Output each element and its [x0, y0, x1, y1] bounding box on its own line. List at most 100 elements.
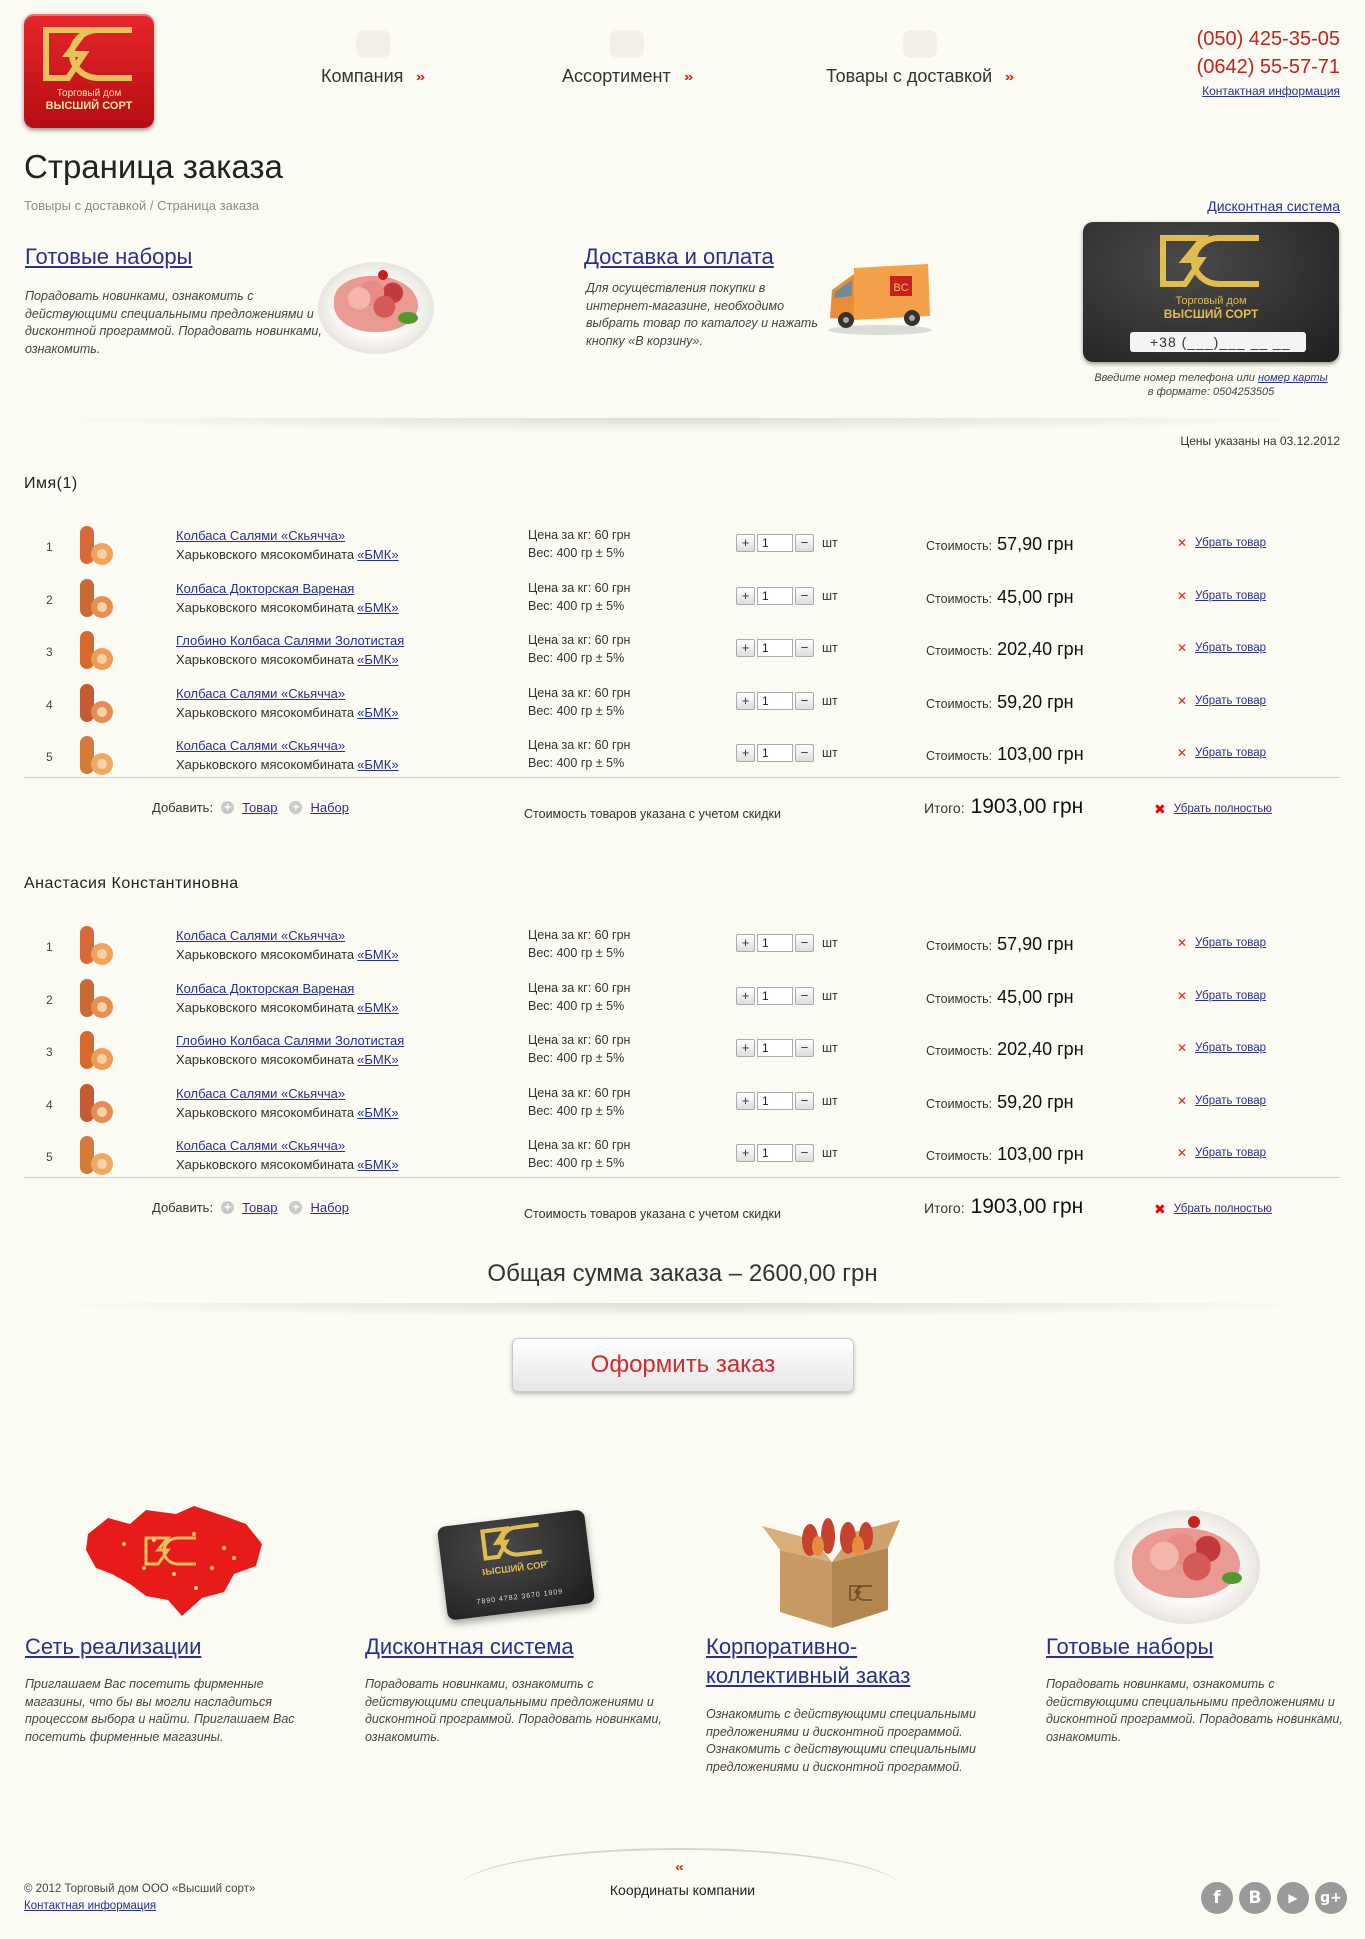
maker-link[interactable]: «БМК»	[357, 1052, 398, 1067]
remove-item-label[interactable]: Убрать товар	[1195, 590, 1266, 602]
quantity-input[interactable]: 1	[757, 586, 793, 605]
remove-item-button[interactable]: ✕ Убрать товар	[1177, 694, 1266, 708]
minus-icon[interactable]: −	[795, 1144, 814, 1162]
remove-item-button[interactable]: ✕ Убрать товар	[1177, 746, 1266, 760]
youtube-icon[interactable]: ▶	[1277, 1882, 1309, 1914]
remove-item-button[interactable]: ✕ Убрать товар	[1177, 1094, 1266, 1108]
chevron-up-icon[interactable]: «	[675, 1860, 684, 1874]
plus-icon[interactable]: +	[736, 639, 755, 657]
feature-title-corporate[interactable]: Корпоративно-коллективный заказ	[706, 1632, 946, 1690]
remove-item-label[interactable]: Убрать товар	[1195, 1095, 1266, 1107]
quantity-input[interactable]: 1	[757, 639, 793, 657]
minus-icon[interactable]: −	[795, 1091, 814, 1110]
maker-link[interactable]: «БМК»	[357, 1000, 398, 1015]
maker-link[interactable]: «БМК»	[357, 547, 398, 562]
close-icon[interactable]: ✖	[1154, 1201, 1166, 1218]
minus-icon[interactable]: −	[795, 586, 814, 605]
add-set-link[interactable]: Набор	[310, 1200, 349, 1215]
add-set-link[interactable]: Набор	[310, 800, 349, 815]
close-icon[interactable]: ✕	[1177, 1146, 1187, 1160]
remove-item-label[interactable]: Убрать товар	[1195, 1042, 1266, 1054]
product-name-link[interactable]: Колбаса Докторская Вареная	[176, 981, 354, 996]
remove-all-button[interactable]: ✖ Убрать полностью	[1154, 1201, 1272, 1218]
add-circle-icon[interactable]: +	[221, 1200, 235, 1214]
quantity-stepper[interactable]: +1− шт	[736, 534, 838, 552]
quantity-input[interactable]: 1	[757, 691, 793, 710]
remove-item-label[interactable]: Убрать товар	[1195, 990, 1266, 1002]
product-name-link[interactable]: Колбаса Докторская Вареная	[176, 581, 354, 596]
close-icon[interactable]: ✕	[1177, 936, 1187, 950]
quantity-input[interactable]: 1	[757, 534, 793, 552]
quantity-stepper[interactable]: +1− шт	[736, 934, 838, 952]
minus-icon[interactable]: −	[795, 1039, 814, 1057]
promo-delivery-title[interactable]: Доставка и оплата	[584, 244, 774, 270]
plus-icon[interactable]: +	[736, 534, 755, 552]
minus-icon[interactable]: −	[795, 534, 814, 552]
remove-item-button[interactable]: ✕ Убрать товар	[1177, 1146, 1266, 1160]
footer-contact-link[interactable]: Контактная информация	[24, 1900, 156, 1912]
quantity-stepper[interactable]: +1− шт	[736, 691, 838, 710]
plus-icon[interactable]: +	[736, 586, 755, 605]
quantity-input[interactable]: 1	[757, 934, 793, 952]
nav-company[interactable]: Компания »	[321, 30, 426, 87]
close-icon[interactable]: ✕	[1177, 589, 1187, 603]
remove-item-button[interactable]: ✕ Убрать товар	[1177, 536, 1266, 550]
quantity-stepper[interactable]: +1− шт	[736, 1144, 838, 1162]
remove-item-label[interactable]: Убрать товар	[1195, 537, 1266, 549]
plus-icon[interactable]: +	[736, 744, 755, 762]
maker-link[interactable]: «БМК»	[357, 705, 398, 720]
quantity-input[interactable]: 1	[757, 1039, 793, 1057]
product-name-link[interactable]: Глобино Колбаса Салями Золотистая	[176, 633, 404, 648]
maker-link[interactable]: «БМК»	[357, 1105, 398, 1120]
vk-icon[interactable]: B	[1239, 1882, 1271, 1914]
remove-item-button[interactable]: ✕ Убрать товар	[1177, 936, 1266, 950]
remove-item-label[interactable]: Убрать товар	[1195, 1147, 1266, 1159]
remove-item-button[interactable]: ✕ Убрать товар	[1177, 589, 1266, 603]
plus-icon[interactable]: +	[736, 934, 755, 952]
minus-icon[interactable]: −	[795, 691, 814, 710]
minus-icon[interactable]: −	[795, 934, 814, 952]
place-order-button[interactable]: Оформить заказ	[512, 1338, 854, 1392]
maker-link[interactable]: «БМК»	[357, 1157, 398, 1172]
quantity-input[interactable]: 1	[757, 1091, 793, 1110]
quantity-stepper[interactable]: +1− шт	[736, 1039, 838, 1057]
close-icon[interactable]: ✕	[1177, 1041, 1187, 1055]
remove-item-label[interactable]: Убрать товар	[1195, 642, 1266, 654]
quantity-input[interactable]: 1	[757, 1144, 793, 1162]
quantity-stepper[interactable]: +1− шт	[736, 639, 838, 657]
plus-icon[interactable]: +	[736, 1144, 755, 1162]
nav-assortment[interactable]: Ассортимент »	[562, 30, 693, 87]
card-number-link[interactable]: номер карты	[1258, 372, 1328, 384]
remove-item-label[interactable]: Убрать товар	[1195, 747, 1266, 759]
remove-item-button[interactable]: ✕ Убрать товар	[1177, 989, 1266, 1003]
minus-icon[interactable]: −	[795, 744, 814, 762]
site-logo[interactable]: Торговый дом ВЫСШИЙ СОРТ	[24, 14, 154, 128]
remove-all-button[interactable]: ✖ Убрать полностью	[1154, 801, 1272, 818]
google-plus-icon[interactable]: g+	[1315, 1882, 1347, 1914]
close-icon[interactable]: ✕	[1177, 641, 1187, 655]
breadcrumb[interactable]: Товыры с доставкой / Страница заказа	[24, 198, 259, 213]
add-item-link[interactable]: Товар	[242, 1200, 277, 1215]
close-icon[interactable]: ✕	[1177, 536, 1187, 550]
plus-icon[interactable]: +	[736, 691, 755, 710]
feature-title-discount[interactable]: Дисконтная система	[365, 1632, 574, 1661]
product-name-link[interactable]: Колбаса Салями «Скьячча»	[176, 738, 345, 753]
minus-icon[interactable]: −	[795, 639, 814, 657]
product-name-link[interactable]: Глобино Колбаса Салями Золотистая	[176, 1033, 404, 1048]
quantity-input[interactable]: 1	[757, 986, 793, 1005]
maker-link[interactable]: «БМК»	[357, 947, 398, 962]
card-phone-input[interactable]: +38 (___)___ __ __	[1130, 332, 1306, 352]
quantity-stepper[interactable]: +1− шт	[736, 586, 838, 605]
close-icon[interactable]: ✕	[1177, 989, 1187, 1003]
remove-item-button[interactable]: ✕ Убрать товар	[1177, 1041, 1266, 1055]
add-item-link[interactable]: Товар	[242, 800, 277, 815]
contact-info-link[interactable]: Контактная информация	[1202, 84, 1340, 98]
add-circle-icon[interactable]: +	[289, 1200, 303, 1214]
close-icon[interactable]: ✕	[1177, 746, 1187, 760]
add-circle-icon[interactable]: +	[221, 800, 235, 814]
nav-delivery-goods[interactable]: Товары с доставкой »	[826, 30, 1015, 87]
feature-title-sets[interactable]: Готовые наборы	[1046, 1632, 1213, 1661]
feature-title-sales-network[interactable]: Сеть реализации	[25, 1632, 201, 1661]
facebook-icon[interactable]: f	[1201, 1882, 1233, 1914]
quantity-stepper[interactable]: +1− шт	[736, 1091, 838, 1110]
